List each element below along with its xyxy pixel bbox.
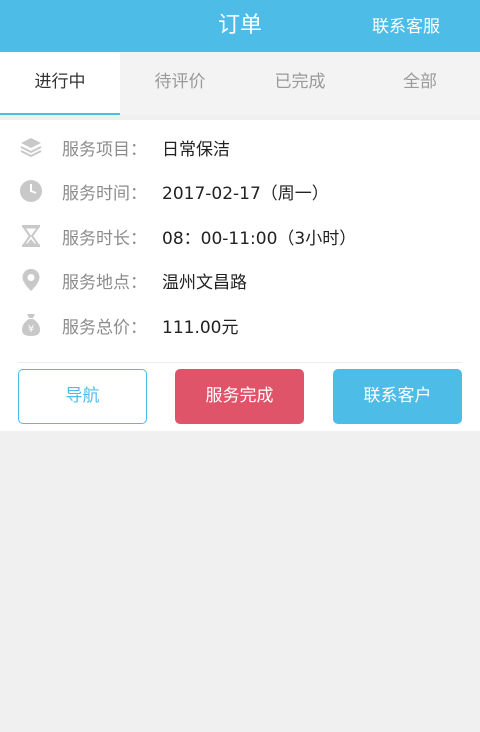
service-duration-label: 服务时长： xyxy=(62,228,147,249)
service-location-row: 服务地点： 温州文昌路 xyxy=(0,260,480,300)
tab-completed[interactable]: 已完成 xyxy=(240,52,360,115)
contact-customer-button[interactable]: 联系客户 xyxy=(333,369,462,424)
tab-in-progress[interactable]: 进行中 xyxy=(0,52,120,115)
tab-all[interactable]: 全部 xyxy=(360,52,480,115)
money-bag-icon: ¥ xyxy=(19,313,43,337)
service-price-row: ¥ 服务总价： 111.00元 xyxy=(0,305,480,345)
customer-service-link[interactable]: 联系客服 xyxy=(372,0,440,52)
service-time-label: 服务时间： xyxy=(62,183,147,204)
tab-pending-review[interactable]: 待评价 xyxy=(120,52,240,115)
app-header: 订单 联系客服 xyxy=(0,0,480,52)
layers-icon xyxy=(19,135,43,159)
order-card: 服务项目： 日常保洁 服务时间： 2017-02-17（周一） 服务时长： 08… xyxy=(0,120,480,431)
service-price-value: 111.00元 xyxy=(162,317,239,338)
hourglass-icon xyxy=(19,224,43,248)
service-location-value: 温州文昌路 xyxy=(162,272,247,293)
service-item-row: 服务项目： 日常保洁 xyxy=(0,127,480,167)
divider xyxy=(18,362,462,363)
order-tabs: 进行中 待评价 已完成 全部 xyxy=(0,52,480,115)
service-time-row: 服务时间： 2017-02-17（周一） xyxy=(0,171,480,211)
location-pin-icon xyxy=(19,268,43,292)
service-time-value: 2017-02-17（周一） xyxy=(162,183,329,204)
service-duration-value: 08：00-11:00（3小时） xyxy=(162,228,357,249)
svg-text:¥: ¥ xyxy=(28,324,34,335)
service-duration-row: 服务时长： 08：00-11:00（3小时） xyxy=(0,216,480,256)
service-location-label: 服务地点： xyxy=(62,272,147,293)
clock-icon xyxy=(19,179,43,203)
service-item-label: 服务项目： xyxy=(62,139,147,160)
service-price-label: 服务总价： xyxy=(62,317,147,338)
service-complete-button[interactable]: 服务完成 xyxy=(175,369,304,424)
navigate-button[interactable]: 导航 xyxy=(18,369,147,424)
service-item-value: 日常保洁 xyxy=(162,139,230,160)
